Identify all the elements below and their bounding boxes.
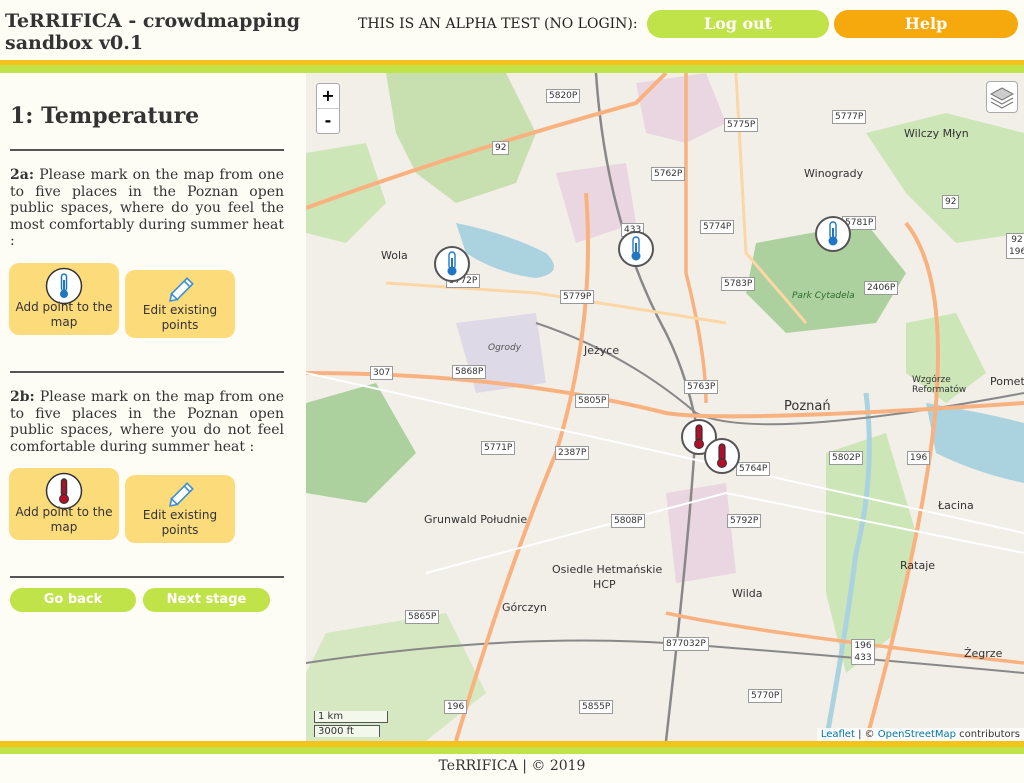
place-label: Wilczy Młyn	[904, 127, 969, 140]
road-shield: 877032P	[663, 637, 709, 651]
next-stage-button[interactable]: Next stage	[143, 588, 270, 612]
road-shield: 5771P	[481, 441, 516, 455]
question-panel: 1: Temperature 2a: Please mark on the ma…	[0, 73, 306, 741]
logout-button[interactable]: Log out	[647, 10, 829, 38]
attribution-tail: contributors	[956, 729, 1020, 740]
road-shield: 5762P	[651, 167, 686, 181]
app-title: TeRRIFICA - crowdmapping sandbox v0.1	[5, 10, 301, 54]
uncomfortable-temperature-marker[interactable]	[704, 438, 740, 474]
place-label: Jeżyce	[584, 344, 620, 357]
road-shield: 5865P	[405, 610, 440, 624]
place-label: Winogrady	[804, 167, 864, 180]
road-shield: 5764P	[736, 462, 771, 476]
header: TeRRIFICA - crowdmapping sandbox v0.1 TH…	[0, 0, 1024, 60]
road-shield: 5775P	[724, 118, 759, 132]
add-comfortable-point-button[interactable]: Add point to the map	[9, 263, 119, 335]
place-label: Ogrody	[488, 343, 522, 353]
thermometer-hot-icon	[694, 424, 704, 449]
road-shield: 5792P	[727, 514, 762, 528]
road-shield: 196	[444, 700, 468, 714]
road-shield: 5783P	[721, 277, 756, 291]
road-shield: 5855P	[579, 700, 614, 714]
comfortable-temperature-marker[interactable]	[815, 216, 851, 252]
section-title: 1: Temperature	[10, 103, 200, 129]
thermometer-cool-icon	[447, 251, 457, 276]
question-2a-text: Please mark on the map from one to five …	[10, 167, 284, 249]
edit-points-label: Edit existing points	[142, 303, 218, 332]
zoom-control: + -	[316, 83, 340, 134]
road-shield: 5770P	[748, 689, 783, 703]
road-shield: 92	[942, 195, 960, 209]
place-label: HCP	[593, 578, 616, 591]
add-point-label: Add point to the map	[15, 505, 113, 534]
divider	[10, 576, 284, 578]
scale-ft: 3000 ft	[314, 725, 380, 737]
layers-icon	[989, 87, 1015, 109]
scale-km: 1 km	[314, 711, 388, 723]
place-label: Grunwald Południe	[424, 513, 528, 526]
question-2a-label: 2a:	[10, 167, 34, 183]
road-shield: 5820P	[546, 89, 581, 103]
road-shield: 92 196	[1006, 233, 1024, 259]
road-shield: 5808P	[611, 514, 646, 528]
openstreetmap-link[interactable]: OpenStreetMap	[878, 729, 956, 740]
add-point-label: Add point to the map	[15, 300, 113, 329]
thermometer-cool-icon	[631, 236, 641, 261]
place-label: Wzgórze Reformatów	[912, 375, 967, 395]
question-2a: 2a: Please mark on the map from one to f…	[10, 167, 284, 250]
thermometer-cool-icon	[828, 221, 838, 246]
alpha-test-notice: THIS IS AN ALPHA TEST (NO LOGIN):	[358, 16, 638, 32]
road-shield: 5774P	[700, 220, 735, 234]
header-divider-green	[0, 65, 1024, 73]
layers-control-button[interactable]	[986, 81, 1018, 113]
road-shield: 5868P	[452, 365, 487, 379]
divider	[10, 149, 284, 151]
map-view[interactable]: Wola Winogrady Wilczy Młyn Jeżyce Poznań…	[306, 73, 1024, 741]
go-back-button[interactable]: Go back	[10, 588, 136, 612]
road-shield: 307	[370, 366, 394, 380]
edit-uncomfortable-points-button[interactable]: Edit existing points	[125, 475, 235, 543]
place-label: Osiedle Hetmańskie	[552, 563, 663, 576]
comfortable-temperature-marker[interactable]	[434, 246, 470, 282]
leaflet-link[interactable]: Leaflet	[821, 729, 855, 740]
road-shield: 5763P	[684, 380, 719, 394]
question-2b-label: 2b:	[10, 389, 35, 405]
map-scale: 1 km 3000 ft	[314, 711, 388, 737]
place-label: Żegrze	[964, 647, 1003, 660]
help-button[interactable]: Help	[834, 10, 1018, 38]
footer-divider-green	[0, 747, 1024, 754]
road-shield: 196	[907, 451, 931, 465]
road-shield: 5805P	[575, 394, 610, 408]
map-attribution: Leaflet | © OpenStreetMap contributors	[816, 728, 1024, 741]
add-uncomfortable-point-button[interactable]: Add point to the map	[9, 468, 119, 540]
place-label: Wola	[381, 249, 408, 262]
zoom-in-button[interactable]: +	[317, 84, 339, 108]
road-shield: 196 433	[851, 639, 875, 665]
question-2b: 2b: Please mark on the map from one to f…	[10, 389, 284, 455]
road-shield: 2406P	[864, 281, 899, 295]
comfortable-temperature-marker[interactable]	[618, 231, 654, 267]
footer-text: TeRRIFICA | © 2019	[438, 758, 586, 774]
place-label: Park Cytadela	[792, 291, 855, 301]
edit-points-label: Edit existing points	[142, 508, 218, 537]
road-shield: 5777P	[832, 110, 867, 124]
place-label: Poznań	[784, 399, 831, 414]
thermometer-hot-icon	[717, 443, 727, 468]
edit-comfortable-points-button[interactable]: Edit existing points	[125, 270, 235, 338]
place-label: Wilda	[732, 587, 763, 600]
attribution-separator: | ©	[854, 729, 878, 740]
place-label: Łacina	[938, 499, 974, 512]
zoom-out-button[interactable]: -	[317, 108, 339, 133]
place-label: Górczyn	[502, 601, 547, 614]
road-shield: 5779P	[560, 290, 595, 304]
road-shield: 2387P	[555, 446, 590, 460]
question-2b-text: Please mark on the map from one to five …	[10, 389, 284, 455]
place-label: Rataje	[900, 559, 936, 572]
road-shield: 92	[492, 141, 510, 155]
place-label: Pomet	[990, 375, 1024, 388]
divider	[10, 371, 284, 373]
road-shield: 5802P	[829, 451, 864, 465]
